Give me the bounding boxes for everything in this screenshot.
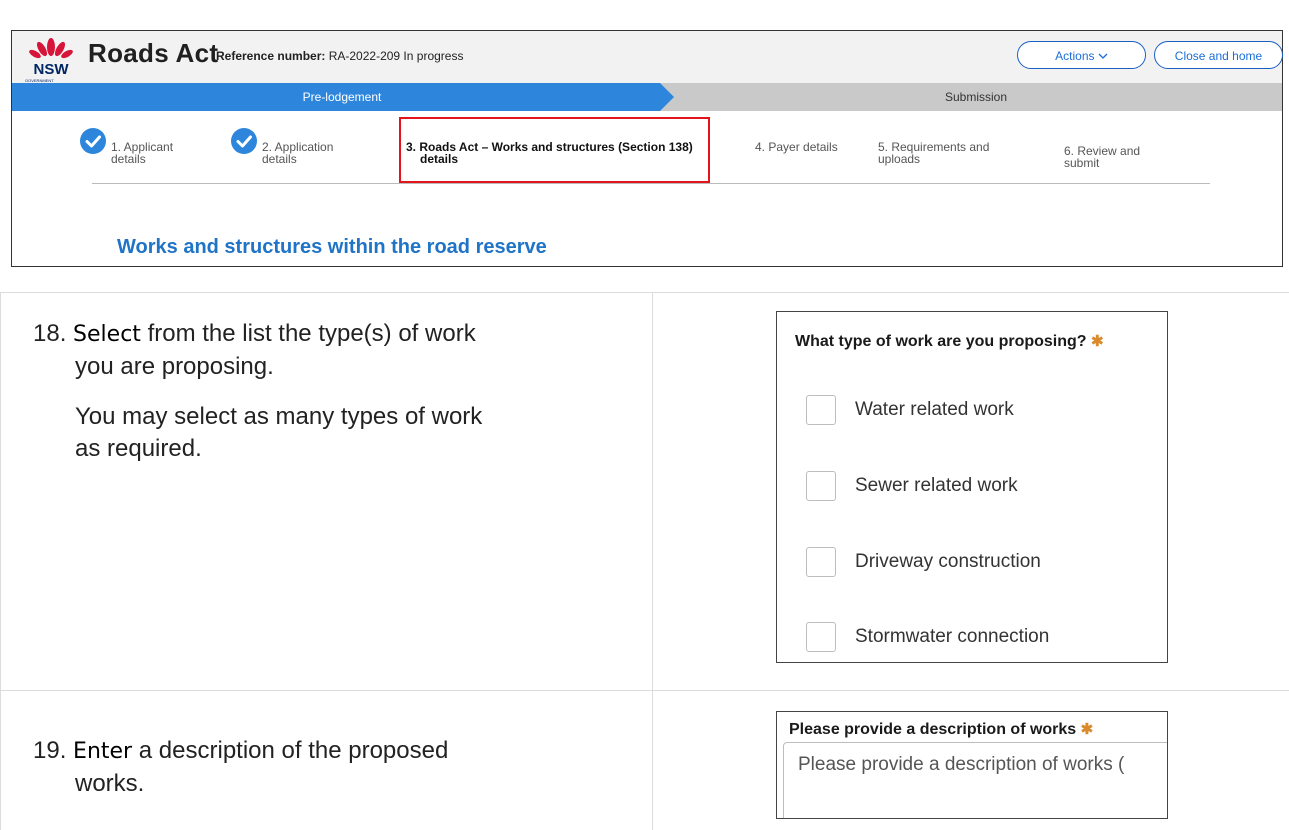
description-question: Please provide a description of works ✱ bbox=[789, 720, 1093, 739]
step-label: submit bbox=[1064, 156, 1100, 170]
required-star-icon: ✱ bbox=[1091, 333, 1104, 350]
step-text: you are proposing. bbox=[75, 353, 274, 380]
step-text: from the list the type(s) of work bbox=[140, 320, 476, 347]
step-label: uploads bbox=[878, 152, 921, 166]
app-title: Roads Act bbox=[88, 38, 219, 68]
steps-divider bbox=[92, 183, 1210, 184]
nsw-government-logo: NSW GOVERNMENT bbox=[25, 38, 73, 83]
step-label: details bbox=[262, 152, 297, 166]
instruction-step-19: 19. Enter a description of the proposed … bbox=[33, 735, 648, 800]
close-and-home-button[interactable]: Close and home bbox=[1154, 41, 1283, 69]
step-number: 19. bbox=[33, 737, 67, 764]
step-application-details[interactable]: 2. Application details bbox=[262, 141, 333, 165]
reference-value: RA-2022-209 In progress bbox=[328, 49, 464, 63]
step-verb: Enter bbox=[73, 739, 133, 764]
driveway-construction-label: Driveway construction bbox=[855, 551, 1041, 572]
step-note: You may select as many types of work bbox=[75, 403, 483, 430]
question-text: Please provide a description of works bbox=[789, 721, 1077, 738]
sewer-related-work-label: Sewer related work bbox=[855, 475, 1018, 496]
step-works-and-structures[interactable]: 3. Roads Act – Works and structures (Sec… bbox=[406, 141, 706, 165]
table-rule bbox=[0, 690, 1289, 691]
table-rule bbox=[0, 292, 1289, 293]
driveway-construction-checkbox[interactable] bbox=[806, 547, 836, 577]
actions-button[interactable]: Actions bbox=[1017, 41, 1146, 69]
stage-submission[interactable]: Submission bbox=[670, 83, 1282, 111]
required-star-icon: ✱ bbox=[1080, 721, 1094, 738]
step-applicant-details[interactable]: 1. Applicant details bbox=[111, 141, 173, 165]
svg-text:NSW: NSW bbox=[34, 61, 70, 78]
actions-label: Actions bbox=[1055, 49, 1095, 63]
reference-label: Reference number: bbox=[216, 49, 326, 63]
step-text: works. bbox=[75, 770, 145, 797]
check-circle-icon bbox=[80, 128, 106, 154]
section-heading: Works and structures within the road res… bbox=[117, 236, 547, 258]
stormwater-connection-checkbox[interactable] bbox=[806, 622, 836, 652]
table-column-divider bbox=[652, 292, 653, 830]
step-requirements-and-uploads[interactable]: 5. Requirements and uploads bbox=[878, 141, 989, 165]
table-left-border bbox=[0, 292, 1, 830]
step-label: 4. Payer details bbox=[755, 140, 838, 154]
step-label: details bbox=[420, 152, 459, 166]
step-verb: Select bbox=[73, 322, 141, 347]
step-payer-details[interactable]: 4. Payer details bbox=[755, 141, 838, 153]
sewer-related-work-checkbox[interactable] bbox=[806, 471, 836, 501]
description-textarea[interactable]: Please provide a description of works ( bbox=[783, 742, 1167, 818]
question-text: What type of work are you proposing? bbox=[795, 333, 1087, 350]
check-circle-icon bbox=[231, 128, 257, 154]
work-type-question: What type of work are you proposing? ✱ bbox=[795, 332, 1104, 351]
step-note: as required. bbox=[75, 435, 202, 462]
instruction-step-18: 18. Select from the list the type(s) of … bbox=[33, 318, 648, 465]
water-related-work-label: Water related work bbox=[855, 399, 1014, 420]
step-text: a description of the proposed bbox=[132, 737, 449, 764]
stormwater-connection-label: Stormwater connection bbox=[855, 626, 1050, 647]
stage-pre-lodgement[interactable]: Pre-lodgement bbox=[12, 83, 672, 111]
chevron-down-icon bbox=[1098, 53, 1108, 60]
step-review-and-submit[interactable]: 6. Review and submit bbox=[1064, 145, 1140, 169]
description-input-clip: Please provide a description of works ( bbox=[777, 742, 1167, 818]
water-related-work-checkbox[interactable] bbox=[806, 395, 836, 425]
reference-number: Reference number: RA-2022-209 In progres… bbox=[216, 49, 463, 63]
step-label: details bbox=[111, 152, 146, 166]
step-number: 18. bbox=[33, 320, 67, 347]
